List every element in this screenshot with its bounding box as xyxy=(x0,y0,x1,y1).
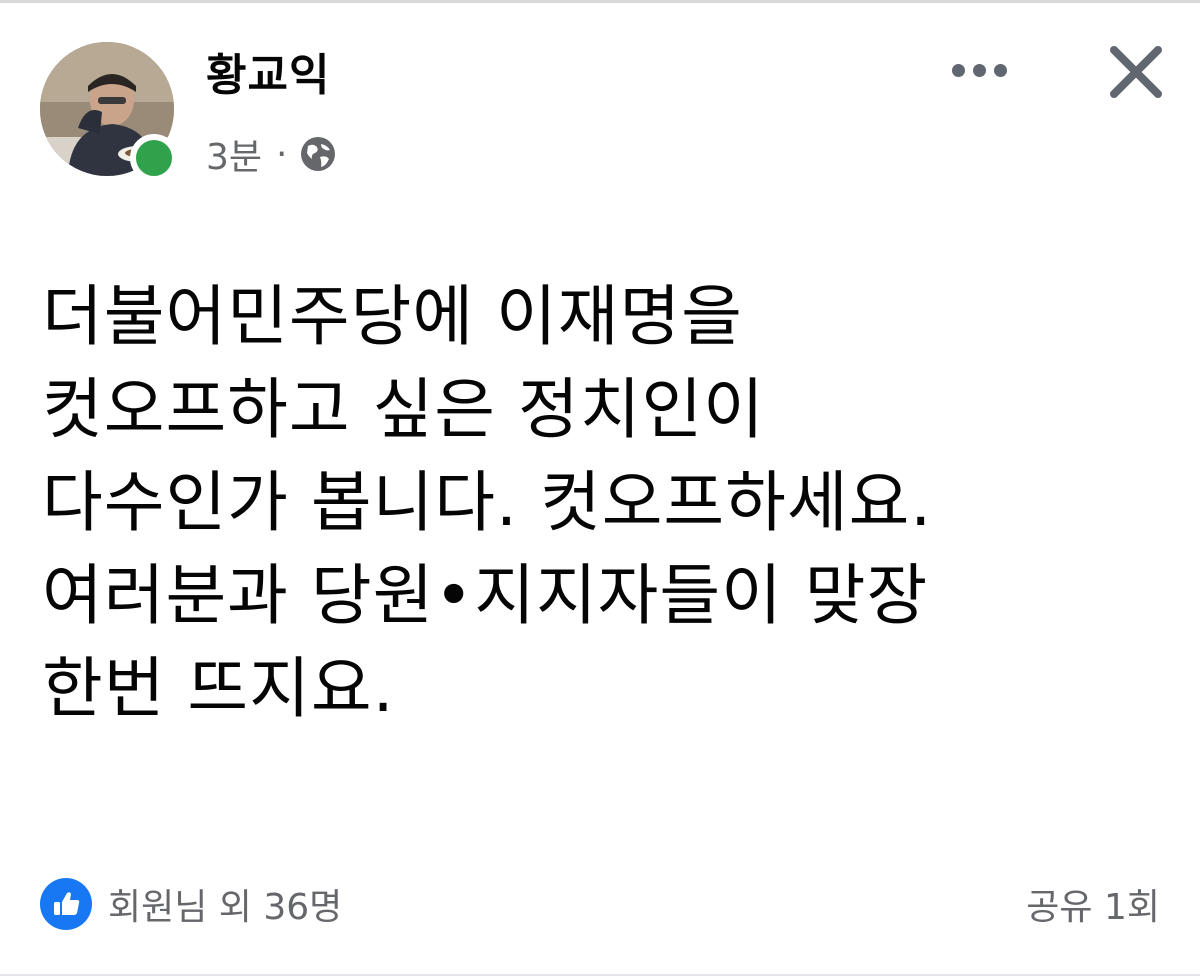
post-text-line: 여러분과 당원•지지자들이 맞장 xyxy=(42,557,929,634)
like-icon xyxy=(40,878,92,930)
meta-separator: · xyxy=(276,133,288,175)
post-text-line: 더불어민주당에 이재명을 xyxy=(42,278,743,355)
post-meta: 3분 · xyxy=(206,126,337,182)
post-time[interactable]: 3분 xyxy=(206,128,262,180)
post-footer: 회원님 외 36명 공유 1회 xyxy=(40,874,1160,934)
reactions-summary[interactable]: 회원님 외 36명 xyxy=(40,874,342,934)
globe-icon[interactable] xyxy=(299,135,337,173)
more-dot xyxy=(972,63,986,77)
post-text-line: 한번 뜨지요. xyxy=(42,650,395,727)
post-text: 더불어민주당에 이재명을 컷오프하고 싶은 정치인이 다수인가 봅니다. 컷오프… xyxy=(42,270,1172,735)
post-text-line: 다수인가 봅니다. 컷오프하세요. xyxy=(42,464,933,541)
share-count[interactable]: 공유 1회 xyxy=(1026,874,1160,934)
close-icon xyxy=(1110,46,1162,98)
post-text-line: 컷오프하고 싶은 정치인이 xyxy=(42,371,765,448)
more-horizontal-icon xyxy=(951,63,965,77)
close-button[interactable] xyxy=(1104,40,1168,104)
author-name[interactable]: 황교익 xyxy=(206,46,330,106)
more-dot xyxy=(993,63,1007,77)
reactions-count: 회원님 외 36명 xyxy=(108,887,343,928)
top-divider xyxy=(0,0,1200,3)
online-status-indicator xyxy=(130,134,178,182)
more-options-button[interactable] xyxy=(944,48,1014,92)
